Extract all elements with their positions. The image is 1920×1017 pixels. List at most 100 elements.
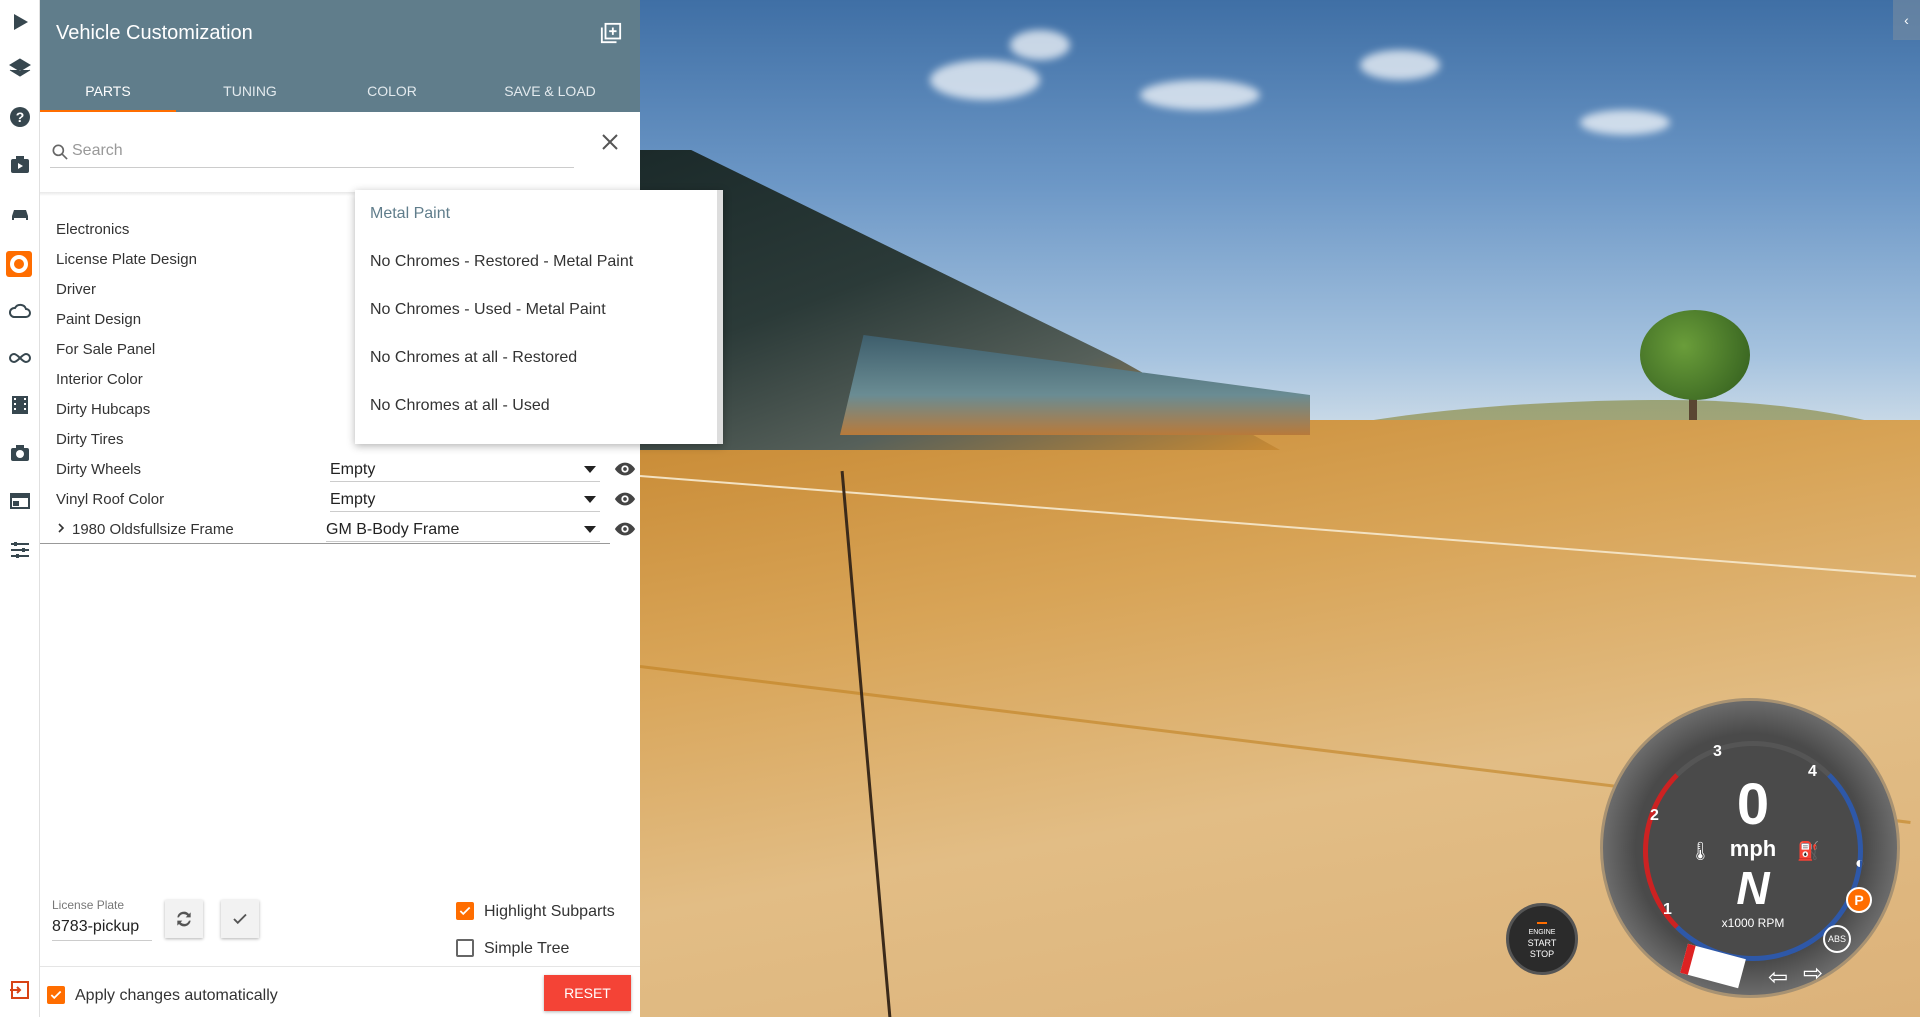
fuel-icon: ⛽	[1797, 841, 1820, 861]
vehicle-icon[interactable]	[4, 197, 36, 229]
apply-automatically-label: Apply changes automatically	[75, 987, 278, 1004]
part-label: For Sale Panel	[56, 341, 156, 358]
part-label: Vinyl Roof Color	[56, 491, 165, 508]
simple-tree-label: Simple Tree	[484, 940, 570, 957]
collapse-right-icon[interactable]: ‹	[1893, 0, 1920, 40]
part-label: Dirty Tires	[56, 431, 124, 448]
apply-automatically-checkbox[interactable]	[47, 986, 65, 1004]
search-icon	[52, 144, 68, 160]
dropdown-option[interactable]: Metal Paint	[355, 190, 723, 238]
temperature-icon: 🌡	[1689, 841, 1712, 861]
part-label: Driver	[56, 281, 96, 298]
part-label: Paint Design	[56, 311, 142, 328]
eye-icon[interactable]	[614, 488, 636, 510]
help-icon[interactable]: ?	[4, 101, 36, 133]
refresh-icon	[177, 911, 191, 927]
cloud	[930, 60, 1040, 100]
start-line1: ENGINE	[1528, 929, 1556, 936]
part-label: License Plate Design	[56, 251, 197, 268]
scenario-icon[interactable]	[4, 149, 36, 181]
part-row: Vinyl Roof Color Empty	[56, 484, 636, 514]
rpm-tick-2: 2	[1650, 807, 1659, 824]
dropdown-menu: Metal Paint No Chromes - Restored - Meta…	[355, 190, 723, 444]
headlight-icon: ◐	[1855, 855, 1865, 872]
layers-icon[interactable]	[4, 52, 36, 84]
start-line2: START	[1527, 938, 1557, 948]
check-icon	[233, 913, 247, 925]
dropdown-arrow-icon	[584, 526, 596, 533]
right-turn-signal-icon: ⇨	[1803, 960, 1824, 987]
film-icon[interactable]	[4, 389, 36, 421]
left-toolbar: ?	[0, 0, 40, 1017]
list-end-divider	[40, 543, 610, 544]
part-row: 1980 Oldsfullsize Frame GM B-Body Frame	[56, 514, 636, 544]
infinity-icon[interactable]	[4, 342, 36, 374]
rpm-tick-4: 4	[1808, 763, 1817, 780]
rpm-tick-1: 1	[1663, 901, 1672, 918]
cloud	[1360, 50, 1440, 80]
dropdown-scrollbar[interactable]	[717, 190, 723, 444]
part-label: Dirty Wheels	[56, 461, 142, 478]
rpm-unit: x1000 RPM	[1721, 916, 1785, 930]
tab-color[interactable]: COLOR	[324, 70, 460, 112]
ui-apps-icon[interactable]	[4, 485, 36, 517]
cloud-icon[interactable]	[4, 295, 36, 327]
simple-tree-checkbox[interactable]	[456, 939, 474, 957]
part-select[interactable]: Empty	[330, 454, 600, 482]
panel-title: Vehicle Customization	[56, 22, 253, 44]
check-icon	[459, 906, 471, 916]
check-icon	[50, 990, 62, 1000]
tab-tuning[interactable]: TUNING	[176, 70, 324, 112]
rpm-gauge: 0 mph N x1000 RPM 1 2 3 4 🌡 ⛽ ◐ P ABS ⇦ …	[1600, 698, 1900, 998]
cloud	[1010, 30, 1070, 60]
tab-parts[interactable]: PARTS	[40, 70, 176, 112]
left-turn-signal-icon: ⇦	[1768, 964, 1789, 991]
search-input[interactable]	[72, 138, 552, 164]
part-row: Dirty Wheels Empty	[56, 454, 636, 484]
dropdown-option[interactable]: No Chromes at all - Used	[355, 382, 723, 430]
dropdown-arrow-icon	[584, 496, 596, 503]
dropdown-option[interactable]: No Chromes at all - Restored	[355, 334, 723, 382]
tree	[1640, 310, 1750, 400]
new-window-icon[interactable]	[600, 22, 622, 44]
part-select[interactable]: GM B-Body Frame	[326, 514, 600, 542]
license-plate-label: License Plate	[52, 898, 125, 912]
clear-search-icon[interactable]	[598, 130, 622, 154]
apply-plate-button[interactable]	[221, 900, 259, 938]
eye-icon[interactable]	[614, 458, 636, 480]
dropdown-option[interactable]: No Chromes - Restored - Metal Paint	[355, 238, 723, 286]
reset-button[interactable]: RESET	[544, 975, 631, 1011]
camera-icon[interactable]	[4, 437, 36, 469]
engine-start-stop-button[interactable]: ENGINE START STOP	[1506, 903, 1578, 975]
rpm-tick-3: 3	[1713, 743, 1722, 760]
tab-bar: PARTS TUNING COLOR SAVE & LOAD	[40, 70, 640, 112]
dropdown-option[interactable]: No Chromes - Used - Metal Paint	[355, 286, 723, 334]
part-label: Interior Color	[56, 371, 143, 388]
part-value: Empty	[330, 491, 376, 508]
tab-save-load[interactable]: SAVE & LOAD	[460, 70, 640, 112]
vehicle-customization-panel: Vehicle Customization PARTS TUNING COLOR…	[40, 0, 723, 1017]
part-select[interactable]: Empty	[330, 484, 600, 512]
part-label: Dirty Hubcaps	[56, 401, 151, 418]
dropdown-arrow-icon	[584, 466, 596, 473]
panel-header: Vehicle Customization PARTS TUNING COLOR…	[40, 0, 640, 112]
highlight-subparts-checkbox[interactable]	[456, 902, 474, 920]
parking-brake-icon: P	[1846, 887, 1872, 913]
options-sliders-icon[interactable]	[4, 534, 36, 566]
part-value: GM B-Body Frame	[326, 521, 460, 538]
eye-icon[interactable]	[614, 518, 636, 540]
vehicle-config-icon[interactable]	[6, 251, 32, 277]
cloud	[1580, 110, 1670, 135]
highlight-subparts-label: Highlight Subparts	[484, 903, 615, 920]
part-label: 1980 Oldsfullsize Frame	[72, 521, 234, 538]
exit-icon[interactable]	[4, 974, 36, 1006]
search-bar	[50, 134, 574, 168]
license-plate-input[interactable]: 8783-pickup	[52, 918, 152, 941]
part-value: Empty	[330, 461, 376, 478]
start-line3: STOP	[1529, 949, 1555, 959]
part-label: Electronics	[56, 221, 130, 238]
play-icon[interactable]	[4, 6, 36, 38]
cloud	[1140, 80, 1260, 110]
randomize-plate-button[interactable]	[165, 900, 203, 938]
chevron-right-icon[interactable]	[56, 523, 66, 533]
